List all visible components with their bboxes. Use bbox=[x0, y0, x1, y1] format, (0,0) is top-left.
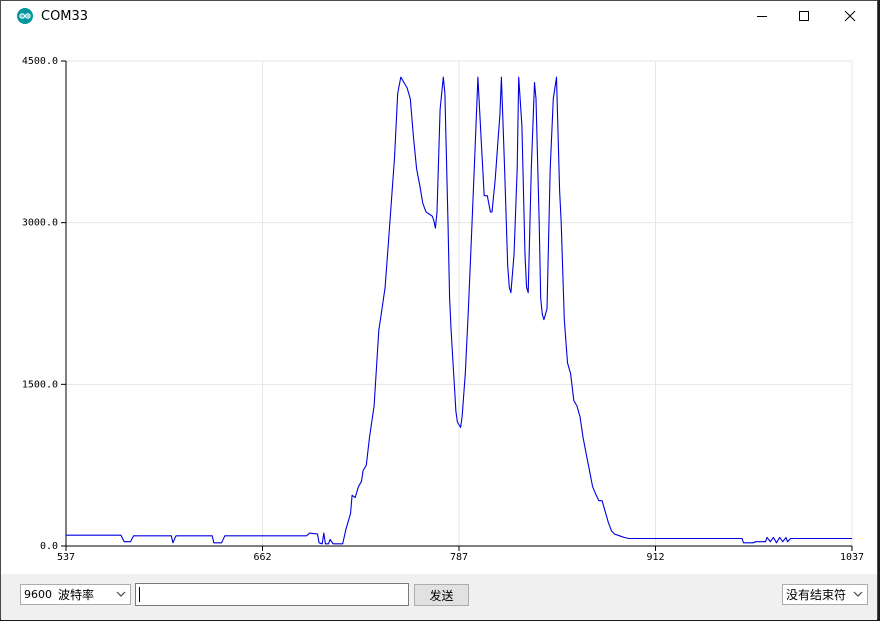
serial-plotter-window: COM33 537 662 787 912 1037 4500.0 3000.0 1500.0… bbox=[0, 0, 878, 620]
y-tick-label: 3000.0 bbox=[22, 218, 58, 229]
title-bar[interactable]: COM33 bbox=[1, 1, 877, 31]
x-tick-label: 787 bbox=[450, 552, 468, 563]
text-caret bbox=[139, 587, 140, 602]
chevron-down-icon bbox=[116, 591, 126, 597]
close-button[interactable] bbox=[827, 1, 873, 31]
chevron-down-icon bbox=[853, 591, 863, 597]
grid-layer bbox=[65, 60, 853, 546]
plot-canvas: 537 662 787 912 1037 4500.0 3000.0 1500.0 0.0 bbox=[22, 56, 864, 563]
line-ending-value: 没有结束符 bbox=[786, 588, 847, 602]
baud-rate-select[interactable]: 9600 波特率 bbox=[20, 584, 131, 605]
axis-layer: 537 662 787 912 1037 4500.0 3000.0 1500.0 0.0 bbox=[22, 56, 864, 563]
plot-area: 537 662 787 912 1037 4500.0 3000.0 1500.0 0.0 bbox=[1, 31, 877, 574]
baud-rate-label: 波特率 bbox=[58, 588, 95, 602]
arduino-logo-icon bbox=[17, 8, 33, 24]
x-tick-label: 537 bbox=[57, 552, 75, 563]
line-ending-select[interactable]: 没有结束符 bbox=[782, 584, 868, 605]
y-tick-label: 0.0 bbox=[40, 541, 58, 552]
baud-rate-value: 9600 bbox=[24, 588, 52, 601]
window-title: COM33 bbox=[41, 8, 89, 24]
minimize-icon bbox=[757, 16, 767, 17]
bottom-toolbar: 9600 波特率 发送 没有结束符 bbox=[1, 574, 877, 620]
maximize-icon bbox=[799, 11, 809, 21]
y-tick-label: 4500.0 bbox=[22, 56, 58, 67]
y-tick-label: 1500.0 bbox=[22, 379, 58, 390]
x-tick-label: 662 bbox=[253, 552, 271, 563]
x-tick-label: 912 bbox=[646, 552, 664, 563]
close-icon bbox=[844, 10, 856, 22]
x-tick-label: 1037 bbox=[840, 552, 864, 563]
maximize-button[interactable] bbox=[781, 1, 827, 31]
send-input[interactable] bbox=[135, 583, 409, 606]
minimize-button[interactable] bbox=[739, 1, 785, 31]
send-button[interactable]: 发送 bbox=[414, 584, 469, 606]
